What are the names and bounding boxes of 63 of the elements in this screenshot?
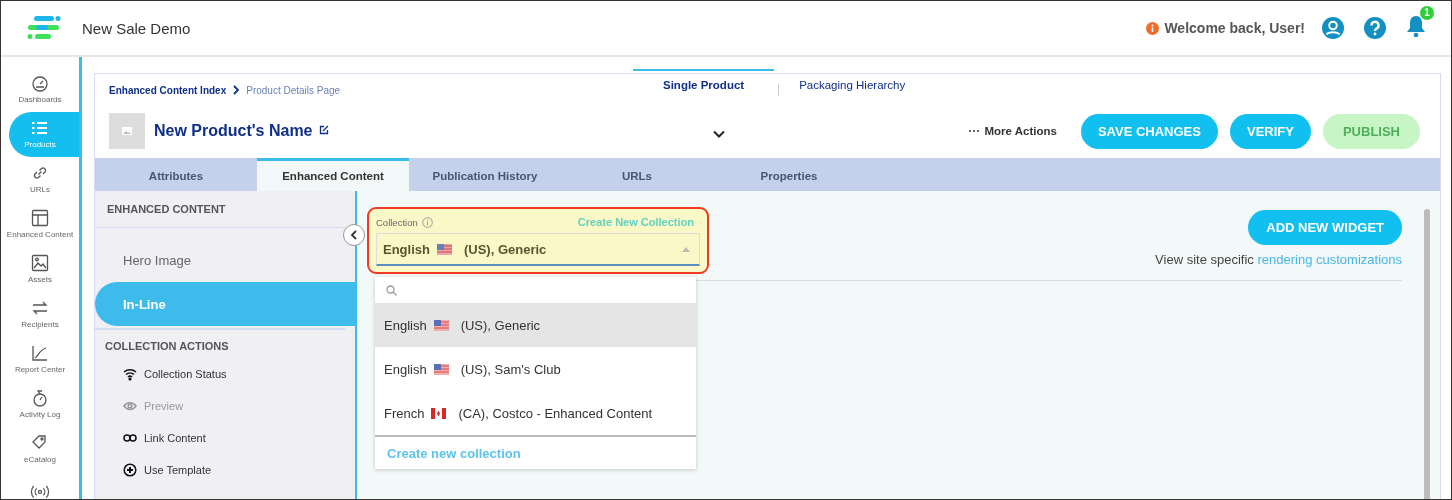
section-heading: ENHANCED CONTENT [95, 191, 355, 228]
flag-icon [433, 363, 449, 375]
view-tab[interactable]: Packaging Hierarchy [783, 69, 922, 103]
nav-item[interactable]: Activity Log [9, 381, 79, 427]
collection-action[interactable]: Collection Status [95, 358, 355, 390]
tab[interactable]: Properties [713, 158, 865, 191]
info-icon [421, 216, 433, 228]
info-icon [1146, 21, 1160, 35]
collection-action[interactable]: Link Content [95, 422, 355, 454]
broadcast-icon[interactable] [30, 485, 50, 499]
section-heading: COLLECTION ACTIONS [104, 339, 230, 354]
logo-icon [27, 15, 61, 41]
scrollbar[interactable] [1424, 209, 1430, 499]
product-thumbnail [109, 113, 145, 149]
product-name: New Product's Name [154, 122, 313, 140]
chevron-right-icon [232, 85, 241, 95]
nav-item[interactable]: Recipients [9, 291, 79, 337]
user-icon[interactable] [1321, 16, 1345, 40]
flag-icon [436, 243, 452, 255]
nav-item[interactable]: Report Center [9, 336, 79, 382]
app-title: New Sale Demo [82, 19, 191, 37]
caret-icon [681, 246, 691, 252]
welcome-text: Welcome back, User! [1164, 20, 1305, 36]
breadcrumb-current: Product Details Page [246, 84, 341, 96]
help-icon[interactable] [1363, 16, 1387, 40]
nav-item[interactable]: Assets [9, 246, 79, 292]
more-actions-button[interactable]: More Actions [968, 125, 1057, 137]
flag-icon [431, 407, 447, 419]
collection-select[interactable]: English (US), Generic [376, 233, 700, 266]
notification-badge: 1 [1420, 6, 1434, 20]
tab[interactable]: Attributes [95, 158, 257, 191]
nav-icon [31, 254, 49, 273]
tab[interactable]: Enhanced Content [257, 158, 409, 191]
nav-icon [31, 74, 49, 93]
rendering-note: View site specific rendering customizations [1155, 252, 1402, 267]
nav-item[interactable]: Enhanced Content [9, 201, 79, 247]
nav-icon [31, 344, 49, 362]
collection-option[interactable]: French (CA), Costco - Enhanced Content [375, 391, 696, 435]
plus-circle-icon [123, 463, 137, 477]
collection-option[interactable]: English (US), Sam's Club [375, 347, 696, 391]
wifi-icon [123, 367, 137, 381]
view-tab[interactable]: Single Product [633, 69, 775, 103]
collection-action[interactable]: Use Template [95, 454, 355, 486]
breadcrumb-link[interactable]: Enhanced Content Index [109, 84, 227, 96]
chevron-down-icon[interactable] [712, 130, 725, 138]
flag-icon [433, 319, 449, 331]
chevron-left-icon [350, 230, 358, 240]
panel-item[interactable]: Hero Image [95, 238, 355, 282]
more-icon [968, 129, 981, 133]
eye-icon [123, 399, 137, 413]
link-icon [123, 431, 137, 445]
search-icon [386, 284, 397, 296]
nav-item[interactable]: Dashboards [9, 67, 79, 112]
nav-item[interactable]: eCatalog [9, 426, 79, 472]
tab[interactable]: URLs [561, 158, 713, 191]
collection-option[interactable]: English (US), Generic [375, 303, 696, 347]
nav-item[interactable]: URLs [9, 156, 79, 202]
nav-icon [31, 388, 49, 407]
tab[interactable]: Publication History [409, 158, 561, 191]
nav-icon [31, 209, 49, 228]
bell-icon[interactable] [1405, 14, 1427, 38]
field-label: Collection [376, 216, 418, 228]
edit-icon[interactable] [318, 124, 329, 135]
